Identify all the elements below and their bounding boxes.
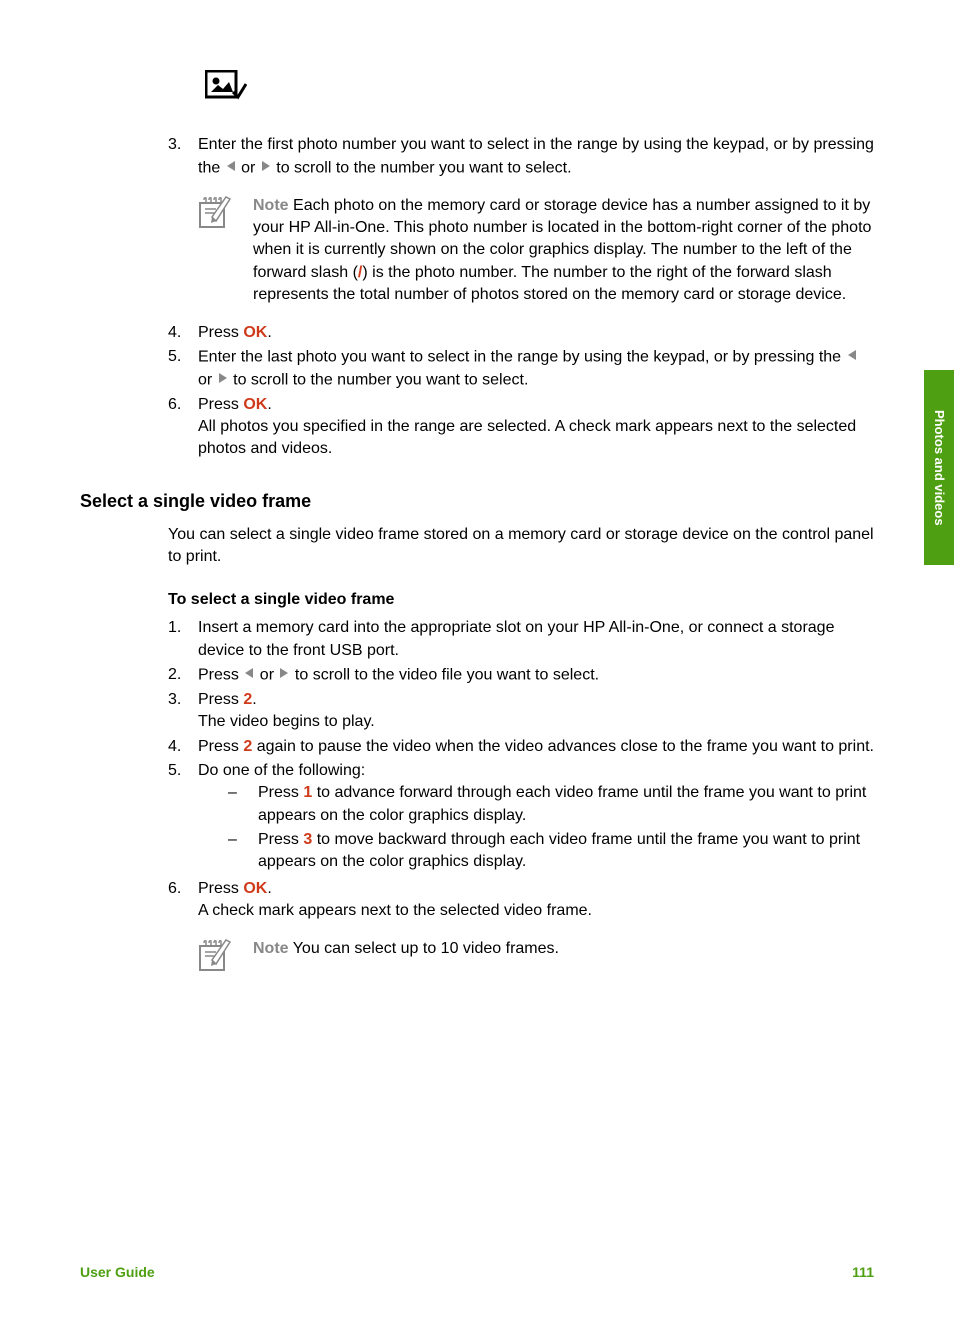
step-text: Press [198, 396, 243, 413]
step-body-text: A check mark appears next to the selecte… [198, 900, 874, 922]
video-step-2: 2. Press or to scroll to the video file … [168, 664, 874, 687]
video-step-6: 6. Press OK. A check mark appears next t… [168, 878, 874, 923]
video-step-3: 3. Press 2. The video begins to play. [168, 689, 874, 734]
step-3: 3. Enter the first photo number you want… [168, 134, 874, 179]
step-text: to scroll to the number you want to sele… [276, 159, 571, 176]
sub-text: Press [258, 831, 303, 848]
step-text: Enter the last photo you want to select … [198, 348, 846, 365]
key-2: 2 [243, 691, 252, 708]
sub-text: Press [258, 784, 303, 801]
note-icon [198, 216, 234, 233]
step-text: . [267, 396, 271, 413]
sublist-item: – Press 1 to advance forward through eac… [228, 782, 874, 827]
step-number: 5. [168, 760, 198, 876]
dash: – [228, 782, 258, 827]
right-arrow-icon [260, 157, 272, 179]
step-text: or [198, 371, 217, 388]
dash: – [228, 829, 258, 874]
step-text: Do one of the following: [198, 762, 365, 779]
step-body-text: The video begins to play. [198, 711, 874, 733]
ok-key: OK [243, 324, 267, 341]
sub-heading: To select a single video frame [168, 589, 874, 611]
step-text: to scroll to the number you want to sele… [233, 371, 528, 388]
step-body: Press 2 again to pause the video when th… [198, 736, 874, 758]
step-text: or [241, 159, 260, 176]
step-number: 3. [168, 689, 198, 734]
note-label: Note [253, 197, 289, 214]
right-arrow-icon [278, 664, 290, 686]
key-3: 3 [303, 831, 312, 848]
left-arrow-icon [225, 157, 237, 179]
left-arrow-icon [846, 346, 858, 368]
key-1: 1 [303, 784, 312, 801]
step-body: Press OK. [198, 322, 874, 344]
step-text: again to pause the video when the video … [252, 738, 874, 755]
page-footer: User Guide 111 [80, 1263, 874, 1283]
note-box: Note You can select up to 10 video frame… [198, 938, 874, 979]
ok-key: OK [243, 396, 267, 413]
step-body: Press 2. The video begins to play. [198, 689, 874, 734]
key-2: 2 [243, 738, 252, 755]
step-body: Insert a memory card into the appropriat… [198, 617, 874, 662]
step-4: 4. Press OK. [168, 322, 874, 344]
step-text: Press [198, 691, 243, 708]
step-body: Press or to scroll to the video file you… [198, 664, 874, 687]
step-text: . [252, 691, 256, 708]
step-number: 6. [168, 394, 198, 461]
photo-check-icon [205, 70, 874, 109]
step-text: Press [198, 324, 243, 341]
sub-text: to advance forward through each video fr… [258, 784, 866, 823]
step-number: 4. [168, 322, 198, 344]
step-number: 3. [168, 134, 198, 179]
ok-key: OK [243, 880, 267, 897]
step-body: Press OK. A check mark appears next to t… [198, 878, 874, 923]
sub-text: to move backward through each video fram… [258, 831, 860, 870]
side-tab: Photos and videos [924, 370, 954, 565]
section-paragraph: You can select a single video frame stor… [168, 524, 874, 569]
step-text: to scroll to the video file you want to … [295, 666, 599, 683]
step-body-text: All photos you specified in the range ar… [198, 416, 874, 461]
video-step-4: 4. Press 2 again to pause the video when… [168, 736, 874, 758]
right-arrow-icon [217, 369, 229, 391]
section-heading: Select a single video frame [80, 489, 874, 514]
step-text: Press [198, 666, 243, 683]
note-box: Note Each photo on the memory card or st… [198, 195, 874, 307]
step-6: 6. Press OK. All photos you specified in… [168, 394, 874, 461]
footer-page-number: 111 [852, 1263, 874, 1283]
step-body: Press OK. All photos you specified in th… [198, 394, 874, 461]
video-step-5: 5. Do one of the following: – Press 1 to… [168, 760, 874, 876]
step-text: Press [198, 880, 243, 897]
note-icon [198, 959, 234, 976]
step-body: Enter the last photo you want to select … [198, 346, 874, 392]
step-number: 1. [168, 617, 198, 662]
step-body: Enter the first photo number you want to… [198, 134, 874, 179]
step-text: . [267, 324, 271, 341]
note-label: Note [253, 940, 289, 957]
video-step-1: 1. Insert a memory card into the appropr… [168, 617, 874, 662]
step-number: 6. [168, 878, 198, 923]
step-5: 5. Enter the last photo you want to sele… [168, 346, 874, 392]
left-arrow-icon [243, 664, 255, 686]
step-body: Do one of the following: – Press 1 to ad… [198, 760, 874, 876]
step-number: 5. [168, 346, 198, 392]
footer-left: User Guide [80, 1263, 155, 1283]
sublist-item: – Press 3 to move backward through each … [228, 829, 874, 874]
note-text: You can select up to 10 video frames. [293, 940, 559, 957]
step-text: Press [198, 738, 243, 755]
step-number: 4. [168, 736, 198, 758]
step-text: or [260, 666, 279, 683]
step-text: . [267, 880, 271, 897]
step-number: 2. [168, 664, 198, 687]
